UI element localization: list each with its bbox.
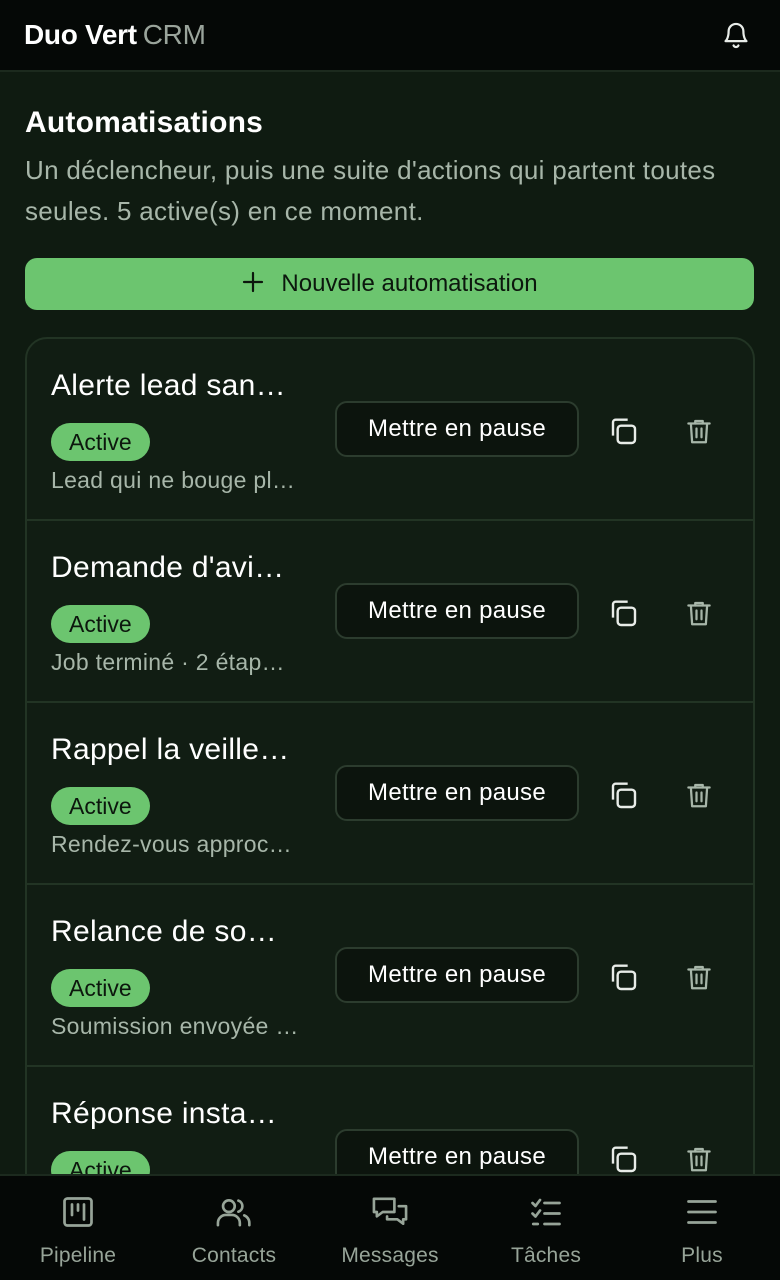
automation-trigger: Job terminé · 2 étap… — [51, 649, 285, 675]
main-content: Automatisations Un déclencheur, puis une… — [0, 74, 780, 1174]
page-title: Automatisations — [25, 106, 264, 139]
trash-icon[interactable] — [679, 593, 719, 633]
page-subtitle: Un déclencheur, puis une suite d'actions… — [25, 155, 716, 226]
trash-icon[interactable] — [679, 775, 719, 815]
nav-item-contacts[interactable]: Contacts — [156, 1176, 312, 1280]
pause-button[interactable]: Mettre en pause — [335, 1129, 579, 1174]
duplicate-icon[interactable] — [603, 593, 643, 633]
contacts-icon — [214, 1192, 254, 1232]
nav-item-pipeline[interactable]: Pipeline — [0, 1176, 156, 1280]
nav-label: Tâches — [510, 1244, 582, 1267]
automation-row: Relance de so… Active Soumission envoyée… — [27, 885, 753, 1067]
trash-icon[interactable] — [679, 1139, 719, 1174]
new-automation-button[interactable]: Nouvelle automatisation — [25, 258, 754, 310]
automation-row: Rappel la veille… Active Rendez-vous app… — [27, 703, 753, 885]
status-badge: Active — [51, 423, 150, 461]
nav-label: Messages — [341, 1244, 439, 1267]
new-automation-label: Nouvelle automatisation — [281, 270, 538, 297]
bottom-nav: Pipeline Contacts Messages Tâches Plus — [0, 1174, 780, 1280]
duplicate-icon[interactable] — [603, 411, 643, 451]
automation-name[interactable]: Relance de so… — [51, 915, 277, 949]
trash-icon[interactable] — [679, 957, 719, 997]
tasks-icon — [526, 1192, 566, 1232]
automation-name[interactable]: Demande d'avi… — [51, 551, 284, 585]
automation-row: Réponse insta… Active Mettre en pause — [27, 1067, 753, 1174]
automation-row: Demande d'avi… Active Job terminé · 2 ét… — [27, 521, 753, 703]
pause-button[interactable]: Mettre en pause — [335, 947, 579, 1003]
automation-trigger: Lead qui ne bouge pl… — [51, 467, 296, 493]
status-badge: Active — [51, 605, 150, 643]
status-badge: Active — [51, 969, 150, 1007]
duplicate-icon[interactable] — [603, 775, 643, 815]
automation-list: Alerte lead san… Active Lead qui ne boug… — [25, 337, 755, 1174]
top-bar: Duo Vert CRM — [0, 0, 780, 72]
automation-trigger: Rendez-vous approc… — [51, 831, 292, 857]
automation-name[interactable]: Alerte lead san… — [51, 369, 286, 403]
brand-primary: Duo Vert — [24, 19, 137, 50]
menu-icon — [682, 1192, 722, 1232]
automation-row: Alerte lead san… Active Lead qui ne boug… — [27, 339, 753, 521]
brand-logo: Duo Vert CRM — [24, 19, 206, 51]
duplicate-icon[interactable] — [603, 957, 643, 997]
automation-trigger: Soumission envoyée … — [51, 1013, 299, 1039]
automation-name[interactable]: Rappel la veille… — [51, 733, 290, 767]
app-root: Duo Vert CRM Automatisations Un déclenche… — [0, 0, 780, 1280]
pause-button[interactable]: Mettre en pause — [335, 765, 579, 821]
trash-icon[interactable] — [679, 411, 719, 451]
messages-icon — [370, 1192, 410, 1232]
nav-item-messages[interactable]: Messages — [312, 1176, 468, 1280]
bell-icon[interactable] — [716, 15, 756, 55]
status-badge: Active — [51, 1151, 150, 1174]
pipeline-icon — [58, 1192, 98, 1232]
pause-button[interactable]: Mettre en pause — [335, 583, 579, 639]
brand-secondary: CRM — [142, 19, 206, 50]
plus-icon — [241, 267, 265, 299]
nav-label: Contacts — [191, 1244, 277, 1267]
nav-label: Plus — [681, 1244, 723, 1267]
pause-button[interactable]: Mettre en pause — [335, 401, 579, 457]
nav-item-more[interactable]: Plus — [624, 1176, 780, 1280]
status-badge: Active — [51, 787, 150, 825]
nav-item-tasks[interactable]: Tâches — [468, 1176, 624, 1280]
automation-name[interactable]: Réponse insta… — [51, 1097, 277, 1131]
nav-label: Pipeline — [39, 1244, 117, 1267]
duplicate-icon[interactable] — [603, 1139, 643, 1174]
